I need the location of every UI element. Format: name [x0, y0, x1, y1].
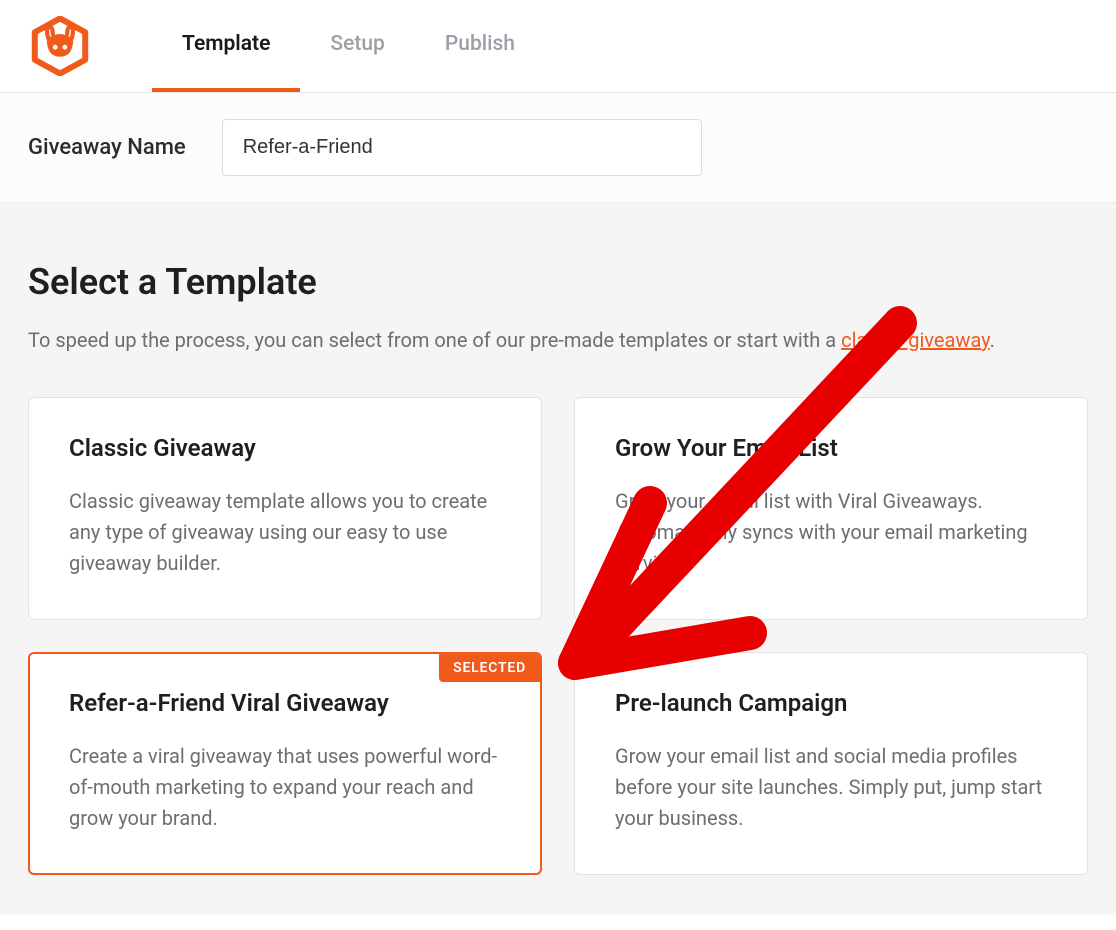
- content-area: Select a Template To speed up the proces…: [0, 203, 1116, 915]
- classic-giveaway-link[interactable]: classic giveaway: [841, 328, 989, 352]
- card-desc: Grow your email list and social media pr…: [615, 741, 1047, 834]
- card-title: Classic Giveaway: [69, 434, 501, 462]
- template-card-prelaunch[interactable]: Pre-launch Campaign Grow your email list…: [574, 652, 1088, 875]
- card-desc: Create a viral giveaway that uses powerf…: [69, 741, 501, 834]
- card-title: Grow Your Email List: [615, 434, 1047, 462]
- page-lead: To speed up the process, you can select …: [28, 325, 1088, 355]
- template-grid: Classic Giveaway Classic giveaway templa…: [28, 397, 1088, 875]
- giveaway-name-label: Giveaway Name: [28, 135, 186, 160]
- card-desc: Classic giveaway template allows you to …: [69, 486, 501, 579]
- selected-badge: SELECTED: [439, 654, 540, 682]
- card-title: Pre-launch Campaign: [615, 689, 1047, 717]
- card-desc: Grow your email list with Viral Giveaway…: [615, 486, 1047, 579]
- tab-bar: Template Setup Publish: [152, 0, 545, 92]
- card-title: Refer-a-Friend Viral Giveaway: [69, 689, 501, 717]
- lead-text-prefix: To speed up the process, you can select …: [28, 328, 841, 352]
- tab-setup[interactable]: Setup: [300, 0, 414, 92]
- tab-publish[interactable]: Publish: [415, 0, 545, 92]
- template-card-refer-a-friend[interactable]: SELECTED Refer-a-Friend Viral Giveaway C…: [28, 652, 542, 875]
- app-logo: [28, 14, 92, 78]
- page-heading: Select a Template: [28, 261, 1088, 303]
- tab-template[interactable]: Template: [152, 0, 300, 92]
- lead-text-suffix: .: [990, 328, 995, 352]
- giveaway-name-bar: Giveaway Name: [0, 93, 1116, 203]
- header-bar: Template Setup Publish: [0, 0, 1116, 93]
- template-card-classic[interactable]: Classic Giveaway Classic giveaway templa…: [28, 397, 542, 620]
- template-card-grow-email[interactable]: Grow Your Email List Grow your email lis…: [574, 397, 1088, 620]
- giveaway-name-input[interactable]: [222, 119, 702, 176]
